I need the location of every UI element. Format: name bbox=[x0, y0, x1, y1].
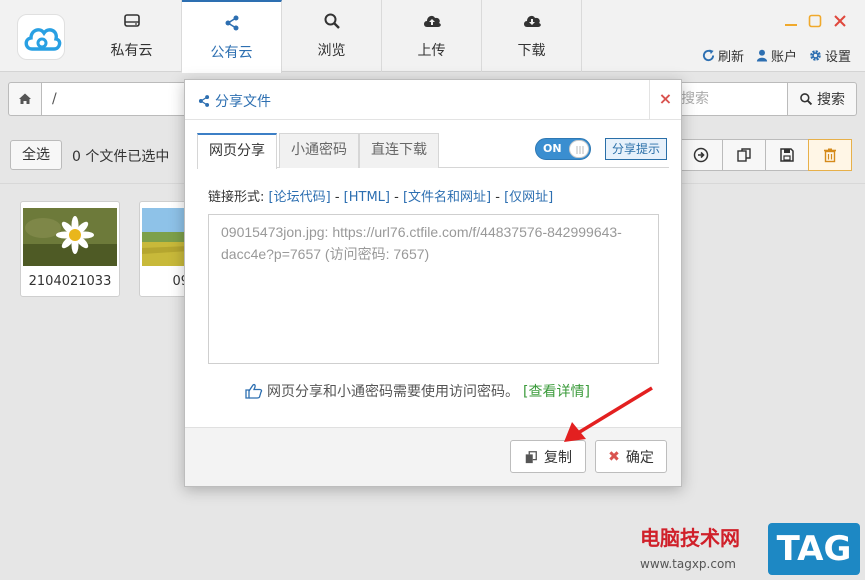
tab-web-share[interactable]: 网页分享 bbox=[197, 133, 277, 169]
copy-files-button[interactable] bbox=[722, 139, 766, 171]
close-window-button[interactable] bbox=[833, 14, 847, 28]
tab-label: 浏览 bbox=[317, 43, 346, 59]
tab-public-cloud[interactable]: 公有云 bbox=[182, 0, 282, 73]
refresh-label: 刷新 bbox=[717, 50, 744, 65]
password-note: 网页分享和小通密码需要使用访问密码。 [查看详情] bbox=[245, 381, 590, 401]
minimize-icon bbox=[785, 24, 797, 26]
tab-direct-download[interactable]: 直连下载 bbox=[359, 133, 439, 168]
selected-count: 0 个文件已选中 bbox=[72, 149, 170, 165]
link-format-name-url[interactable]: [文件名和网址] bbox=[403, 190, 491, 205]
search-button-label: 搜索 bbox=[817, 92, 845, 108]
share-link-textarea[interactable]: 09015473jon.jpg: https://url76.ctfile.co… bbox=[208, 214, 659, 364]
tab-upload[interactable]: 上传 bbox=[382, 0, 482, 72]
copy-icon bbox=[737, 148, 751, 162]
trash-icon bbox=[824, 148, 836, 163]
watermark-url: www.tagxp.com bbox=[640, 557, 736, 571]
search-button[interactable]: 搜索 bbox=[787, 82, 857, 116]
separator: - bbox=[330, 190, 344, 205]
tab-private-cloud[interactable]: 私有云 bbox=[82, 0, 182, 72]
cloud-upload-icon bbox=[382, 12, 481, 34]
cloud-download-icon bbox=[482, 12, 581, 34]
gear-icon bbox=[810, 50, 821, 61]
tab-download[interactable]: 下载 bbox=[482, 0, 582, 72]
dialog-tabs: 网页分享 小通密码 直连下载 bbox=[197, 132, 669, 169]
settings-label: 设置 bbox=[824, 50, 851, 65]
tab-label: 上传 bbox=[417, 43, 446, 59]
select-all-button[interactable]: 全选 bbox=[10, 140, 62, 170]
hard-drive-icon bbox=[82, 12, 181, 34]
search-icon bbox=[800, 93, 813, 106]
delete-button[interactable] bbox=[808, 139, 852, 171]
account-link[interactable]: 账户 bbox=[756, 46, 797, 65]
link-format-forum[interactable]: [论坛代码] bbox=[269, 190, 331, 205]
dialog-header: 分享文件 × bbox=[185, 80, 681, 120]
tab-label: 下载 bbox=[517, 43, 546, 59]
share-icon bbox=[182, 14, 281, 36]
annotation-arrow-icon bbox=[564, 386, 653, 442]
top-links: 刷新 账户 设置 bbox=[702, 46, 851, 65]
thumbs-up-icon bbox=[245, 383, 263, 399]
arrow-circle-right-icon bbox=[693, 147, 709, 163]
share-icon bbox=[198, 95, 210, 107]
link-format-url-only[interactable]: [仅网址] bbox=[504, 190, 553, 205]
file-thumbnail bbox=[23, 208, 117, 266]
save-icon bbox=[780, 148, 794, 162]
app-logo bbox=[17, 14, 65, 60]
note-text: 网页分享和小通密码需要使用访问密码。 bbox=[267, 384, 519, 400]
home-button[interactable] bbox=[8, 82, 42, 116]
search-icon bbox=[282, 12, 381, 34]
watermark-text: 电脑技术网 bbox=[640, 526, 740, 550]
link-formats: 链接形式: [论坛代码] - [HTML] - [文件名和网址] - [仅网址] bbox=[208, 186, 553, 205]
home-icon bbox=[19, 93, 31, 104]
cloud-logo-icon bbox=[24, 28, 62, 51]
minimize-button[interactable] bbox=[784, 14, 798, 28]
settings-link[interactable]: 设置 bbox=[809, 46, 851, 65]
dialog-title-text: 分享文件 bbox=[215, 94, 271, 110]
watermark-tag: TAG bbox=[768, 523, 860, 575]
link-format-label: 链接形式: bbox=[208, 190, 265, 205]
search-input[interactable]: 搜索 bbox=[668, 82, 788, 116]
daisy-image bbox=[23, 208, 117, 266]
save-button[interactable] bbox=[765, 139, 809, 171]
separator: - bbox=[491, 190, 505, 205]
dialog-close-button[interactable]: × bbox=[649, 80, 681, 119]
refresh-icon bbox=[702, 49, 715, 62]
file-name: 2104021033 bbox=[28, 274, 112, 289]
move-button[interactable] bbox=[679, 139, 723, 171]
maximize-icon bbox=[808, 14, 822, 28]
link-format-html[interactable]: [HTML] bbox=[344, 190, 390, 205]
share-tip-button[interactable]: 分享提示 bbox=[605, 138, 668, 160]
tab-label: 公有云 bbox=[210, 45, 253, 61]
top-bar: 私有云 公有云 浏览 上传 下载 刷新 账户 设置 bbox=[0, 0, 865, 73]
share-toggle[interactable]: ON bbox=[535, 138, 591, 160]
toggle-knob bbox=[569, 140, 589, 158]
close-icon: ✖ bbox=[608, 448, 620, 465]
dialog-title: 分享文件 bbox=[197, 91, 271, 111]
file-toolbar bbox=[679, 139, 852, 171]
separator: - bbox=[389, 190, 403, 205]
account-label: 账户 bbox=[770, 50, 797, 65]
tab-xiaotong-password[interactable]: 小通密码 bbox=[279, 133, 359, 168]
file-item[interactable]: 2104021033 bbox=[20, 201, 120, 297]
maximize-button[interactable] bbox=[808, 14, 822, 28]
tab-label: 私有云 bbox=[110, 43, 153, 59]
user-icon bbox=[756, 49, 768, 62]
refresh-link[interactable]: 刷新 bbox=[702, 46, 744, 65]
toggle-label: ON bbox=[543, 142, 562, 155]
copy-icon bbox=[525, 450, 537, 463]
close-icon bbox=[834, 15, 846, 27]
tab-browse[interactable]: 浏览 bbox=[282, 0, 382, 72]
